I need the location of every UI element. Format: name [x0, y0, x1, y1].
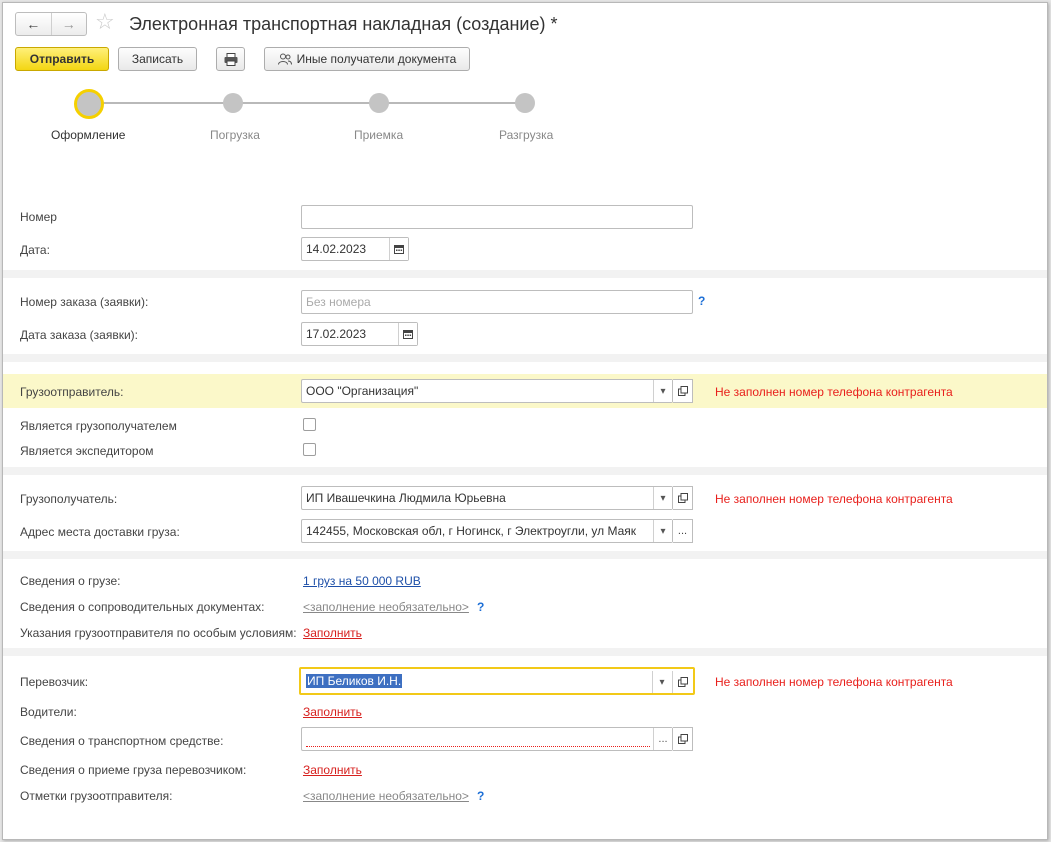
- section-separator: [3, 551, 1047, 559]
- delivery-address-select[interactable]: 142455, Московская обл, г Ногинск, г Эле…: [301, 519, 673, 543]
- arrow-right-icon: →: [61, 16, 76, 32]
- shipper-marks-help-icon[interactable]: ?: [477, 789, 484, 803]
- shipper-marks-label: Отметки грузоотправителя:: [20, 789, 173, 803]
- consignee-warning: Не заполнен номер телефона контрагента: [715, 492, 953, 506]
- drivers-label: Водители:: [20, 705, 77, 719]
- chevron-down-icon[interactable]: ▾: [652, 671, 671, 693]
- open-icon: [677, 493, 688, 503]
- drivers-link[interactable]: Заполнить: [303, 705, 362, 719]
- vehicle-input[interactable]: ...: [301, 727, 673, 751]
- steps-line: [89, 102, 526, 104]
- order-number-label: Номер заказа (заявки):: [20, 295, 149, 309]
- section-separator: [3, 354, 1047, 362]
- step-label-acceptance[interactable]: Приемка: [354, 128, 403, 142]
- number-input[interactable]: [301, 205, 693, 229]
- consignee-label: Грузополучатель:: [20, 492, 118, 506]
- print-button[interactable]: [216, 47, 245, 71]
- step-label-unloading[interactable]: Разгрузка: [499, 128, 553, 142]
- number-label: Номер: [20, 210, 57, 224]
- open-vehicle-button[interactable]: [673, 727, 693, 751]
- chevron-down-icon[interactable]: ▾: [653, 487, 672, 509]
- forward-button[interactable]: →: [50, 13, 87, 35]
- calendar-icon[interactable]: [389, 238, 408, 260]
- ellipsis-icon[interactable]: ...: [653, 728, 672, 750]
- address-more-button[interactable]: ...: [673, 519, 693, 543]
- is-consignee-label: Является грузополучателем: [20, 419, 177, 433]
- cargo-info-link[interactable]: 1 груз на 50 000 RUB: [303, 574, 421, 588]
- date-value: 14.02.2023: [306, 242, 367, 256]
- step-dot-unloading[interactable]: [515, 93, 535, 113]
- open-icon: [677, 386, 688, 396]
- order-number-input[interactable]: Без номера: [301, 290, 693, 314]
- carrier-acceptance-label: Сведения о приеме груза перевозчиком:: [20, 763, 247, 777]
- accompanying-docs-help-icon[interactable]: ?: [477, 600, 484, 614]
- shipper-label: Грузоотправитель:: [20, 385, 124, 399]
- delivery-address-label: Адрес места доставки груза:: [20, 525, 180, 539]
- carrier-warning: Не заполнен номер телефона контрагента: [715, 675, 953, 689]
- section-separator: [3, 467, 1047, 475]
- navigation-buttons: ← →: [15, 12, 87, 36]
- step-dot-design[interactable]: [74, 89, 104, 119]
- other-recipients-label: Иные получатели документа: [296, 52, 457, 66]
- vehicle-value: [306, 732, 650, 747]
- printer-icon: [224, 52, 237, 66]
- date-label: Дата:: [20, 243, 50, 257]
- other-recipients-button[interactable]: Иные получатели документа: [264, 47, 470, 71]
- is-forwarder-label: Является экспедитором: [20, 444, 154, 458]
- delivery-address-value: 142455, Московская обл, г Ногинск, г Эле…: [306, 524, 637, 538]
- chevron-down-icon[interactable]: ▾: [653, 520, 672, 542]
- users-icon: [277, 53, 292, 65]
- section-separator: [3, 270, 1047, 278]
- date-input[interactable]: 14.02.2023: [301, 237, 409, 261]
- chevron-down-icon[interactable]: ▾: [653, 380, 672, 402]
- ellipsis-icon: ...: [677, 525, 688, 537]
- step-label-loading[interactable]: Погрузка: [210, 128, 260, 142]
- step-dot-loading[interactable]: [223, 93, 243, 113]
- is-consignee-checkbox[interactable]: [303, 418, 316, 431]
- special-conditions-link[interactable]: Заполнить: [303, 626, 362, 640]
- back-button[interactable]: ←: [16, 13, 51, 35]
- shipper-value: ООО "Организация": [306, 384, 419, 398]
- accompanying-docs-link[interactable]: <заполнение необязательно>: [303, 600, 469, 614]
- order-date-input[interactable]: 17.02.2023: [301, 322, 418, 346]
- shipper-warning: Не заполнен номер телефона контрагента: [715, 385, 953, 399]
- special-conditions-label: Указания грузоотправителя по особым усло…: [20, 626, 297, 640]
- carrier-acceptance-link[interactable]: Заполнить: [303, 763, 362, 777]
- document-window: ← → ☆ Электронная транспортная накладная…: [2, 2, 1048, 840]
- carrier-value: ИП Беликов И.Н.: [306, 674, 403, 688]
- star-icon[interactable]: ☆: [95, 11, 115, 33]
- step-label-design[interactable]: Оформление: [51, 128, 125, 142]
- consignee-select[interactable]: ИП Ивашечкина Людмила Юрьевна ▾: [301, 486, 673, 510]
- calendar-icon[interactable]: [398, 323, 417, 345]
- send-button[interactable]: Отправить: [15, 47, 109, 71]
- shipper-select[interactable]: ООО "Организация" ▾: [301, 379, 673, 403]
- arrow-left-icon: ←: [26, 16, 41, 32]
- consignee-value: ИП Ивашечкина Людмила Юрьевна: [306, 491, 506, 505]
- shipper-marks-link[interactable]: <заполнение необязательно>: [303, 789, 469, 803]
- carrier-select[interactable]: ИП Беликов И.Н. ▾: [299, 667, 695, 695]
- save-button[interactable]: Записать: [118, 47, 197, 71]
- page-title: Электронная транспортная накладная (созд…: [129, 14, 558, 34]
- open-icon[interactable]: [672, 671, 693, 693]
- vehicle-label: Сведения о транспортном средстве:: [20, 734, 224, 748]
- step-dot-acceptance[interactable]: [369, 93, 389, 113]
- is-forwarder-checkbox[interactable]: [303, 443, 316, 456]
- open-icon: [677, 734, 688, 744]
- order-number-help-icon[interactable]: ?: [698, 294, 705, 308]
- open-shipper-button[interactable]: [673, 379, 693, 403]
- order-number-placeholder: Без номера: [306, 295, 371, 309]
- order-date-label: Дата заказа (заявки):: [20, 328, 138, 342]
- open-consignee-button[interactable]: [673, 486, 693, 510]
- carrier-label: Перевозчик:: [20, 675, 89, 689]
- accompanying-docs-label: Сведения о сопроводительных документах:: [20, 600, 265, 614]
- section-separator: [3, 648, 1047, 656]
- order-date-value: 17.02.2023: [306, 327, 367, 341]
- cargo-info-label: Сведения о грузе:: [20, 574, 121, 588]
